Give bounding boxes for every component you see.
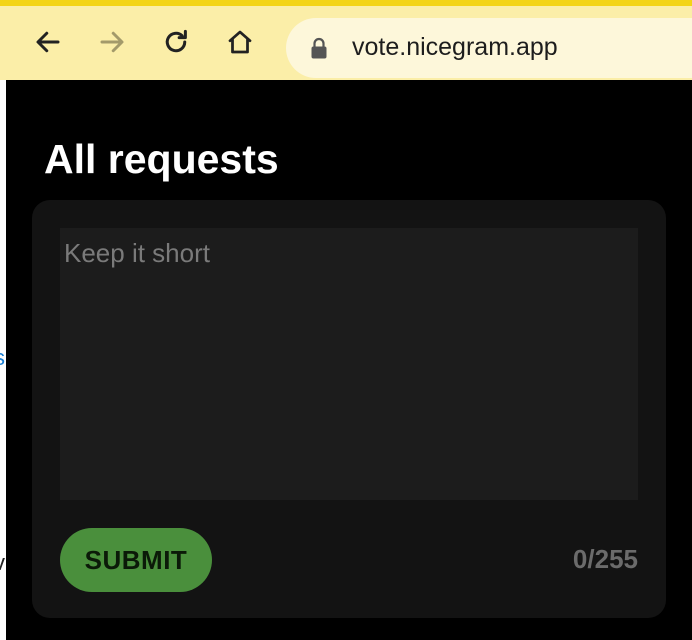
lock-icon (311, 37, 327, 59)
back-button[interactable] (30, 24, 66, 60)
arrow-right-icon (100, 31, 124, 53)
page-content: All requests SUBMIT 0/255 (6, 80, 692, 640)
reload-icon (165, 29, 187, 53)
forward-button[interactable] (94, 24, 130, 60)
home-button[interactable] (222, 24, 258, 60)
arrow-left-icon (36, 31, 60, 53)
browser-toolbar: vote.nicegram.app (0, 0, 692, 80)
home-icon (228, 30, 252, 54)
page-title: All requests (44, 136, 279, 182)
address-bar[interactable]: vote.nicegram.app (286, 18, 692, 78)
url-text: vote.nicegram.app (352, 33, 558, 61)
character-counter: 0/255 (572, 544, 638, 574)
submit-button[interactable]: SUBMIT (60, 528, 212, 592)
request-form-card: SUBMIT 0/255 (32, 200, 666, 618)
request-input[interactable] (60, 228, 638, 500)
reload-button[interactable] (158, 24, 194, 60)
